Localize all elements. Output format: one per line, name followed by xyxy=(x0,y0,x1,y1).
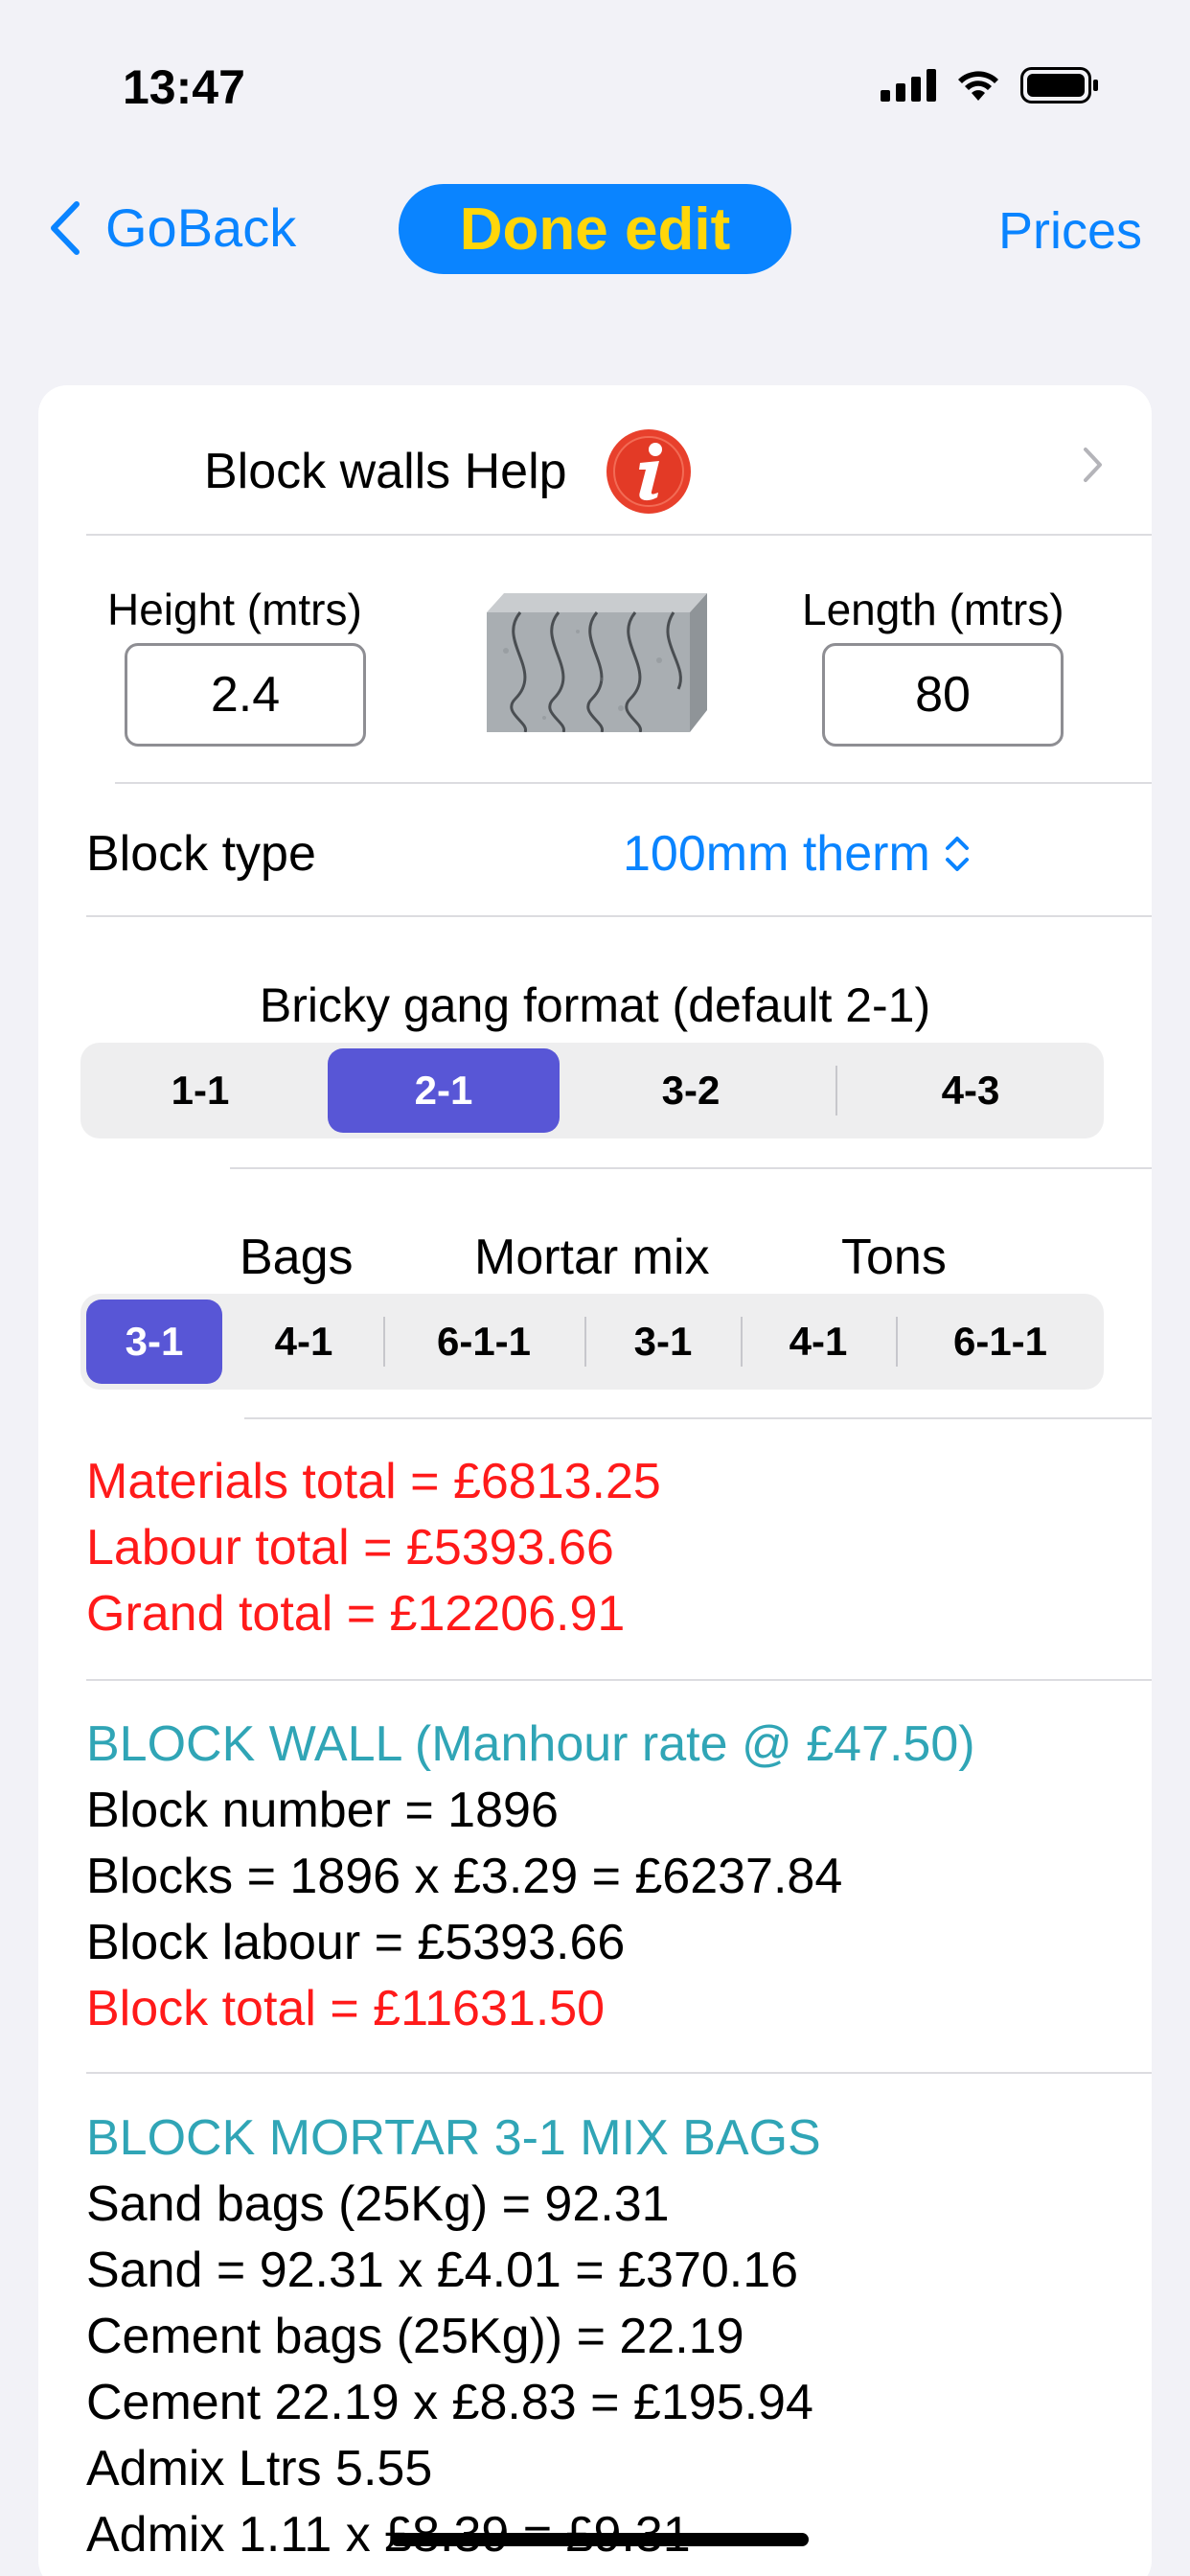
length-label: Length (mtrs) xyxy=(802,585,1064,634)
help-row[interactable]: Block walls Help xyxy=(38,385,1152,534)
mortar-option-tons-6-1-1[interactable]: 6-1-1 xyxy=(897,1294,1104,1390)
screen: 13:47 GoBack Done edit Prices Block wall… xyxy=(0,0,1190,2576)
bags-heading: Bags xyxy=(240,1230,354,1285)
tons-heading: Tons xyxy=(841,1230,947,1285)
separator xyxy=(244,1417,1152,1419)
cellular-signal-icon xyxy=(881,69,936,102)
go-back-button[interactable]: GoBack xyxy=(48,196,296,259)
content-card: Block walls Help Height (mtrs) 2.4 Lengt… xyxy=(38,385,1152,2576)
materials-total: Materials total = £6813.25 xyxy=(86,1454,661,1509)
help-label: Block walls Help xyxy=(204,444,567,499)
status-bar: 13:47 xyxy=(0,0,1190,144)
sand-cost: Sand = 92.31 x £4.01 = £370.16 xyxy=(86,2242,799,2298)
go-back-label: GoBack xyxy=(105,197,297,258)
wifi-icon xyxy=(958,71,998,101)
cement-bags: Cement bags (25Kg)) = 22.19 xyxy=(86,2309,744,2364)
separator xyxy=(86,2072,1152,2074)
nav-bar: GoBack Done edit Prices xyxy=(0,144,1190,383)
gang-format-segmented-control: 1-1 2-1 3-2 4-3 xyxy=(80,1043,1104,1138)
blocks-cost: Blocks = 1896 x £3.29 = £6237.84 xyxy=(86,1849,843,1904)
gang-option-4-3[interactable]: 4-3 xyxy=(837,1043,1104,1138)
status-icons xyxy=(881,67,1099,104)
mortar-option-tons-4-1[interactable]: 4-1 xyxy=(742,1294,895,1390)
status-time: 13:47 xyxy=(123,60,245,114)
block-mortar-heading: BLOCK MORTAR 3-1 MIX BAGS xyxy=(86,2110,821,2166)
mortar-option-bags-6-1-1[interactable]: 6-1-1 xyxy=(385,1294,583,1390)
cement-cost: Cement 22.19 x £8.83 = £195.94 xyxy=(86,2375,813,2430)
done-edit-button[interactable]: Done edit xyxy=(399,184,791,274)
mortar-option-bags-4-1[interactable]: 4-1 xyxy=(226,1294,381,1390)
block-type-value: 100mm therm xyxy=(623,826,930,882)
gang-option-2-1[interactable]: 2-1 xyxy=(328,1048,560,1133)
mortar-mix-segmented-control: 3-1 4-1 6-1-1 3-1 4-1 6-1-1 xyxy=(80,1294,1104,1390)
block-type-row: Block type 100mm therm xyxy=(38,783,1152,915)
labour-total: Labour total = £5393.66 xyxy=(86,1520,614,1576)
grand-total: Grand total = £12206.91 xyxy=(86,1586,626,1642)
block-type-label: Block type xyxy=(86,826,316,882)
mortar-option-bags-3-1[interactable]: 3-1 xyxy=(86,1300,222,1384)
totals-section: Materials total = £6813.25 Labour total … xyxy=(86,1449,1140,1647)
block-wall-heading: BLOCK WALL (Manhour rate @ £47.50) xyxy=(86,1716,975,1772)
height-input[interactable] xyxy=(125,643,366,747)
block-wall-section: BLOCK WALL (Manhour rate @ £47.50) Block… xyxy=(86,1712,1140,2042)
height-label: Height (mtrs) xyxy=(107,585,362,634)
block-mortar-section: BLOCK MORTAR 3-1 MIX BAGS Sand bags (25K… xyxy=(86,2105,1140,2568)
length-input[interactable] xyxy=(822,643,1064,747)
separator xyxy=(230,1167,1152,1169)
chevron-right-icon xyxy=(1084,448,1102,482)
block-number: Block number = 1896 xyxy=(86,1782,559,1838)
gang-option-3-2[interactable]: 3-2 xyxy=(569,1043,812,1138)
info-icon xyxy=(606,429,691,514)
prices-button[interactable]: Prices xyxy=(998,201,1142,261)
block-total: Block total = £11631.50 xyxy=(86,1981,606,2036)
chevron-up-down-icon xyxy=(945,837,969,871)
dimensions-row: Height (mtrs) Length (mtrs) xyxy=(38,536,1152,783)
gang-format-title: Bricky gang format (default 2-1) xyxy=(259,978,931,1032)
gang-option-1-1[interactable]: 1-1 xyxy=(80,1043,320,1138)
block-type-select[interactable]: 100mm therm xyxy=(623,825,971,883)
sand-bags: Sand bags (25Kg) = 92.31 xyxy=(86,2176,670,2232)
chevron-left-icon xyxy=(51,200,80,255)
admix-litres: Admix Ltrs 5.55 xyxy=(86,2441,433,2496)
mortar-headings: Bags Mortar mix Tons xyxy=(38,1229,1152,1296)
battery-icon xyxy=(1020,67,1098,104)
mortar-option-tons-3-1[interactable]: 3-1 xyxy=(586,1294,740,1390)
block-labour: Block labour = £5393.66 xyxy=(86,1915,626,1970)
thermal-block-image xyxy=(487,593,707,732)
separator xyxy=(86,1679,1152,1681)
home-indicator xyxy=(391,2533,809,2546)
mortar-mix-heading: Mortar mix xyxy=(474,1230,710,1285)
separator xyxy=(86,915,1152,917)
